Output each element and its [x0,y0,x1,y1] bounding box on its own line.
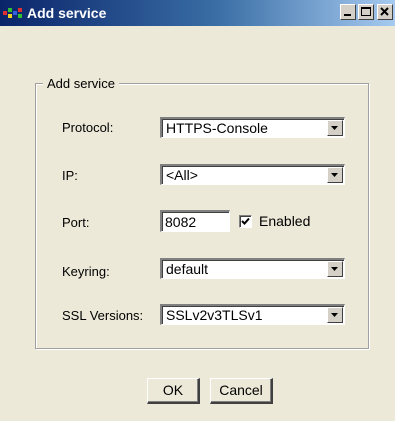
add-service-dialog: Add service Add service Protocol: HTTPS-… [0,0,395,421]
chevron-down-icon [331,267,338,271]
ok-button[interactable]: OK [147,378,200,404]
title-bar[interactable]: Add service [0,0,395,26]
port-input[interactable]: 8082 [160,210,230,232]
protocol-dropdown-button[interactable] [327,120,343,136]
ssl-versions-value: SSLv2v3TLSv1 [166,307,263,323]
protocol-select[interactable]: HTTPS-Console [160,117,345,138]
port-label: Port: [62,215,90,230]
application-icon [3,8,22,18]
maximize-icon [361,7,371,16]
enabled-label[interactable]: Enabled [259,213,310,229]
ip-value: <All> [166,167,198,183]
ssl-versions-label: SSL Versions: [62,308,144,323]
ssl-versions-select[interactable]: SSLv2v3TLSv1 [160,304,345,325]
ip-select[interactable]: <All> [160,164,345,185]
minimize-icon [344,14,351,16]
chevron-down-icon [331,313,338,317]
enabled-checkbox[interactable] [239,215,252,228]
ip-dropdown-button[interactable] [327,167,343,183]
ip-label: IP: [62,168,78,183]
keyring-label: Keyring: [62,264,110,279]
maximize-button[interactable] [358,4,374,20]
protocol-label: Protocol: [62,120,114,135]
close-icon [380,7,389,16]
cancel-button[interactable]: Cancel [210,378,273,404]
close-button[interactable] [377,4,393,20]
ssl-versions-dropdown-button[interactable] [327,307,343,323]
keyring-value: default [166,261,209,277]
protocol-value: HTTPS-Console [166,120,268,136]
keyring-select[interactable]: default [160,258,345,279]
keyring-dropdown-button[interactable] [327,261,343,277]
checkmark-icon [241,217,250,225]
group-legend: Add service [43,76,119,91]
port-value: 8082 [165,214,197,230]
window-title: Add service [27,5,107,21]
minimize-button[interactable] [340,4,356,20]
chevron-down-icon [331,173,338,177]
chevron-down-icon [331,126,338,130]
